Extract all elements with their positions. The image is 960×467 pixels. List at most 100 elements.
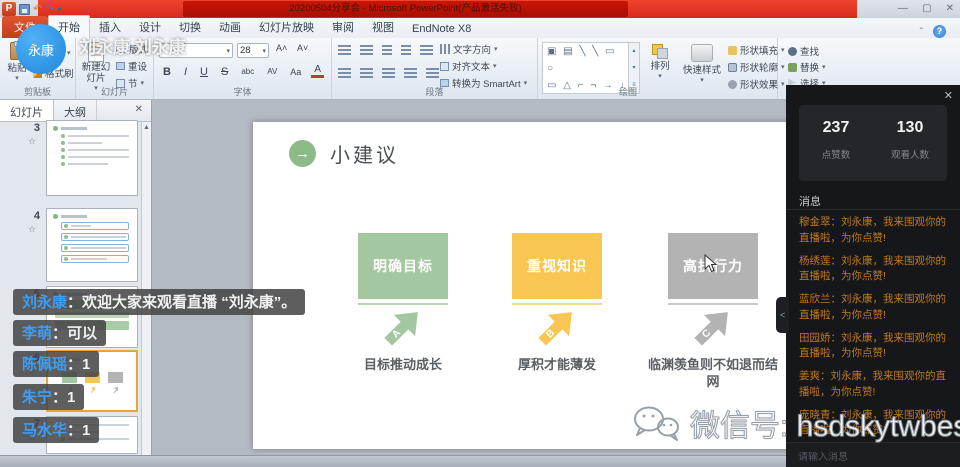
shrink-font-button[interactable]: A˅: [294, 43, 311, 53]
arrange-button[interactable]: 排列 ▾: [644, 44, 676, 80]
strikethrough-button[interactable]: S: [218, 66, 231, 78]
viewers-label: 观看人数: [873, 147, 947, 161]
reset-label: 重设: [128, 59, 147, 73]
mouse-cursor: [704, 254, 717, 273]
tab-outline[interactable]: 大纲: [54, 100, 97, 121]
align-right-icon[interactable]: [382, 68, 395, 78]
panel-collapse-handle[interactable]: <: [776, 297, 789, 333]
streamer-avatar[interactable]: 永康: [16, 24, 66, 74]
decrease-indent-icon[interactable]: [382, 45, 392, 55]
close-button[interactable]: ✕: [946, 0, 954, 18]
font-size-combo[interactable]: 28 ▾: [237, 43, 269, 58]
minimize-ribbon-icon[interactable]: ˆ: [920, 27, 923, 38]
slide-thumbnail[interactable]: [46, 120, 138, 196]
restore-button[interactable]: ▢: [922, 0, 931, 18]
align-left-icon[interactable]: [338, 68, 351, 78]
reset-icon: [116, 62, 125, 70]
goal-box: 明确目标: [358, 233, 448, 299]
shape-outline-button[interactable]: 形状轮廓 ▾: [728, 60, 785, 74]
font-color-button[interactable]: A: [311, 65, 324, 78]
slide-thumbnail[interactable]: [46, 208, 138, 282]
tab-view[interactable]: 视图: [363, 16, 403, 38]
text-direction-caret-icon: ▾: [494, 45, 498, 53]
message-input[interactable]: [798, 452, 948, 463]
chat-text: 1: [82, 356, 90, 373]
change-case-button[interactable]: Aa: [287, 67, 304, 77]
character-spacing-button[interactable]: AV: [264, 67, 280, 76]
current-slide[interactable]: → 小建议 明确目标 重视知识 高执行力 A B C 目标推动成长 厚积才能薄发…: [253, 122, 813, 449]
replace-label: 替换: [800, 60, 819, 74]
save-icon[interactable]: [19, 4, 30, 15]
tab-endnote[interactable]: EndNote X8: [403, 20, 480, 38]
chat-bubble: 朱宁：1: [13, 384, 84, 410]
tab-review[interactable]: 审阅: [323, 16, 363, 38]
text-direction-button[interactable]: 文字方向 ▾: [440, 42, 498, 56]
arrow-circle-icon: →: [289, 140, 316, 167]
tab-slides-thumbnails[interactable]: 幻灯片: [0, 100, 54, 121]
slides-pane-close-icon[interactable]: ✕: [127, 100, 151, 121]
grow-font-button[interactable]: A˄: [273, 43, 290, 53]
quick-access-toolbar: P ↶ ↷ ▾: [2, 1, 61, 17]
quick-styles-icon: [691, 44, 713, 62]
shape-effects-button[interactable]: 形状效果 ▾: [728, 77, 785, 91]
chat-sender: 陈佩瑶: [22, 356, 67, 373]
shape-effects-icon: [728, 80, 737, 89]
animation-star-icon: ☆: [28, 224, 36, 235]
chat-sender: 朱宁: [22, 389, 52, 406]
shape-fill-icon: [728, 46, 737, 55]
find-label: 查找: [800, 44, 819, 58]
shape-outline-icon: [728, 63, 737, 72]
align-center-icon[interactable]: [360, 68, 373, 78]
arrange-label: 排列: [650, 58, 669, 72]
app-icon[interactable]: P: [2, 2, 16, 16]
underline-button[interactable]: U: [197, 66, 211, 78]
arrow-a: A: [358, 312, 448, 342]
increase-indent-icon[interactable]: [401, 45, 411, 55]
window-controls: — ▢ ✕: [898, 0, 954, 18]
help-icon[interactable]: ?: [933, 25, 946, 38]
paste-caret-icon: ▾: [15, 74, 19, 82]
arrow-letter: C: [700, 327, 713, 340]
undo-icon[interactable]: ↶: [33, 2, 42, 16]
font-name-caret-icon: ▾: [226, 47, 230, 55]
quick-styles-button[interactable]: 快速样式 ▾: [678, 44, 726, 84]
chat-bubble: 陈佩瑶：1: [13, 351, 99, 377]
shape-fill-button[interactable]: 形状填充 ▾: [728, 43, 785, 57]
numbering-icon[interactable]: [360, 45, 373, 55]
ribbon-group-paragraph: 文字方向 ▾ 对齐文本 ▾ 转换为 SmartArt ▾ 段落: [332, 38, 538, 99]
chat-text: 1: [67, 389, 75, 406]
panel-close-icon[interactable]: ✕: [944, 89, 953, 102]
redo-icon[interactable]: ↷: [45, 2, 54, 16]
shape-effects-label: 形状效果: [740, 77, 778, 91]
tab-animations[interactable]: 动画: [210, 16, 250, 38]
slide-thumbnail-item: 4 ☆: [0, 208, 140, 284]
replace-caret-icon: ▾: [822, 63, 826, 71]
justify-icon[interactable]: [404, 68, 417, 78]
bold-button[interactable]: B: [160, 66, 174, 78]
arrange-icon: [652, 44, 668, 58]
minimize-button[interactable]: —: [898, 0, 908, 18]
scroll-up-icon[interactable]: ▲: [143, 124, 150, 131]
quick-access-dropdown-icon[interactable]: ▾: [57, 5, 61, 14]
stream-message: 田园娇：刘永康，我来围观你的直播啦，为你点赞!: [799, 331, 951, 363]
reset-button[interactable]: 重设: [116, 59, 147, 73]
chat-sender: 刘永康: [22, 294, 67, 311]
stream-message: 杨绣莲：刘永康，我来围观你的直播啦，为你点赞!: [799, 254, 951, 286]
bullets-icon[interactable]: [338, 45, 351, 55]
likes-count: 237: [799, 119, 873, 137]
text-shadow-button[interactable]: abc: [238, 67, 257, 76]
stream-message: 姜爽：刘永康，我来围观你的直播啦，为你点赞!: [799, 369, 951, 401]
shape-fill-label: 形状填充: [740, 43, 778, 57]
columns-icon[interactable]: [426, 68, 439, 78]
animation-star-icon: ☆: [28, 136, 36, 147]
line-spacing-icon[interactable]: [420, 45, 433, 55]
chat-sender: 马水华: [22, 422, 67, 439]
find-button[interactable]: 查找: [788, 44, 819, 58]
arrow-b: B: [512, 312, 602, 342]
tab-slideshow[interactable]: 幻灯片放映: [250, 16, 323, 38]
align-text-caret-icon: ▾: [493, 62, 497, 70]
align-text-button[interactable]: 对齐文本 ▾: [440, 59, 497, 73]
knowledge-caption: 厚积才能薄发: [492, 356, 622, 373]
italic-button[interactable]: I: [181, 66, 190, 78]
replace-button[interactable]: 替换 ▾: [788, 60, 826, 74]
